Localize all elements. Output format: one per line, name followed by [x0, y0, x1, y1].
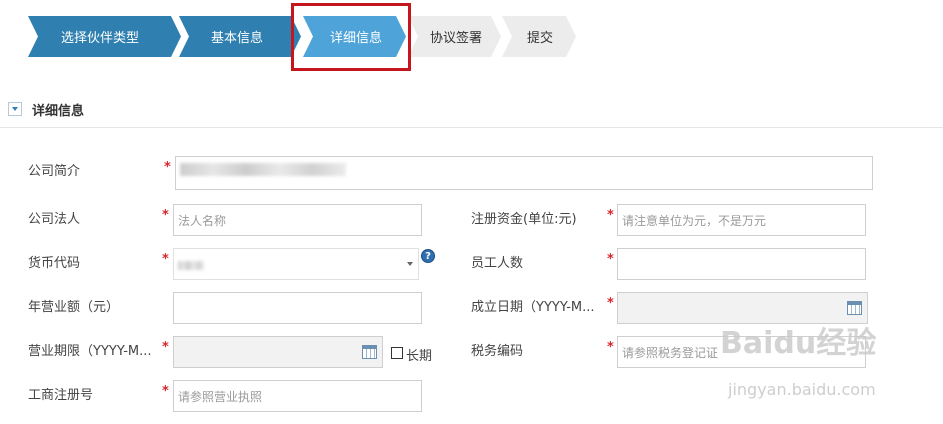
company-intro-label: 公司简介: [28, 164, 81, 179]
long-term-label: 长期: [406, 349, 433, 364]
wizard-step-4-label: 协议签署: [429, 31, 482, 46]
chevron-down-icon: [407, 262, 413, 266]
employee-count-field[interactable]: [617, 248, 866, 280]
business-reg-no-field[interactable]: 请参照营业执照: [173, 380, 422, 412]
wizard-step-2-label: 基本信息: [210, 31, 263, 46]
required-mark: *: [607, 208, 614, 223]
registered-capital-placeholder: 请注意单位为元，不是万元: [622, 213, 767, 228]
tax-code-placeholder: 请参照税务登记证: [622, 345, 719, 360]
section-title: 详细信息: [32, 104, 85, 119]
annual-revenue-label: 年营业额（元）: [28, 300, 120, 315]
calendar-icon[interactable]: [362, 345, 377, 359]
highlight-box: [291, 3, 411, 71]
required-mark: *: [607, 340, 614, 355]
business-term-field[interactable]: [173, 336, 383, 368]
employee-count-label: 员工人数: [471, 256, 524, 271]
required-mark: *: [162, 252, 169, 267]
legal-person-label: 公司法人: [28, 212, 81, 227]
annual-revenue-field[interactable]: [173, 292, 422, 324]
long-term-checkbox[interactable]: [391, 347, 403, 359]
baidu-watermark: Baidu经验: [720, 326, 877, 361]
wizard-step-5[interactable]: 提交: [512, 16, 568, 57]
business-term-label: 营业期限（YYYY-M...: [28, 344, 152, 359]
legal-person-placeholder: 法人名称: [178, 213, 227, 228]
currency-code-select[interactable]: [173, 248, 419, 280]
redacted-text: [180, 163, 346, 176]
check-icon: [263, 29, 273, 44]
founded-date-label: 成立日期（YYYY-M...: [471, 300, 595, 315]
wizard-step-4[interactable]: 协议签署: [418, 16, 494, 57]
registered-capital-label: 注册资金(单位:元): [471, 212, 577, 227]
calendar-icon[interactable]: [847, 301, 862, 315]
required-mark: *: [607, 252, 614, 267]
wizard-step-2[interactable]: 基本信息: [192, 16, 292, 57]
required-mark: *: [162, 384, 169, 399]
required-mark: *: [162, 340, 169, 355]
wizard-step-1-label: 选择伙伴类型: [60, 31, 139, 46]
company-intro-field[interactable]: [175, 156, 873, 190]
business-reg-no-placeholder: 请参照营业执照: [178, 389, 263, 404]
redacted-text: [178, 261, 204, 270]
legal-person-field[interactable]: 法人名称: [173, 204, 422, 236]
section-header: 详细信息: [0, 92, 943, 128]
tax-code-label: 税务编码: [471, 344, 524, 359]
business-reg-no-label: 工商注册号: [28, 388, 94, 403]
required-mark: *: [607, 296, 614, 311]
check-icon: [139, 29, 149, 44]
currency-code-label: 货币代码: [28, 256, 81, 271]
help-icon[interactable]: ?: [421, 249, 435, 263]
wizard-step-1[interactable]: 选择伙伴类型: [40, 16, 170, 57]
registered-capital-field[interactable]: 请注意单位为元，不是万元: [617, 204, 866, 236]
collapse-toggle-icon[interactable]: [8, 102, 22, 116]
baidu-watermark-url: jingyan.baidu.com: [728, 380, 876, 399]
wizard-step-5-label: 提交: [526, 31, 553, 46]
required-mark: *: [164, 160, 171, 175]
required-mark: *: [162, 208, 169, 223]
